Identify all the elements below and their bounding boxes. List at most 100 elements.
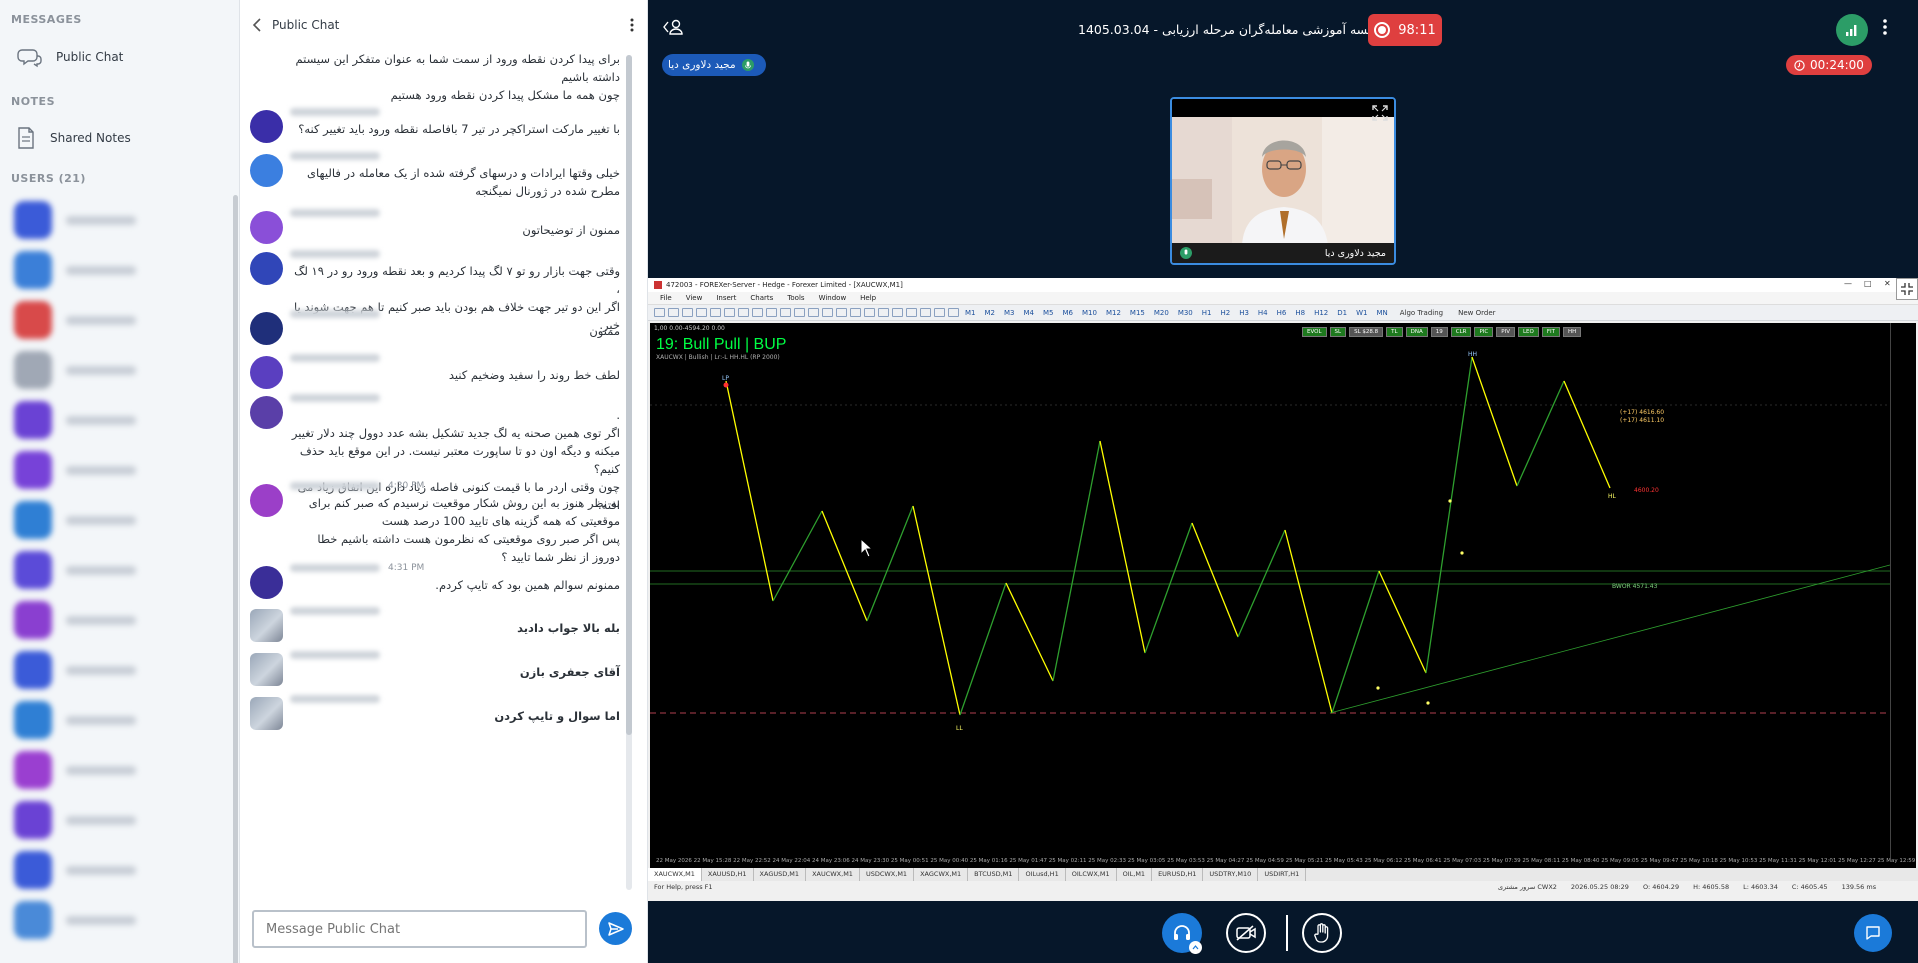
drawing-tool-icon[interactable]: [724, 308, 735, 317]
symbol-tab[interactable]: XAUCWX,M1: [806, 868, 860, 881]
user-list-item[interactable]: [0, 595, 232, 645]
symbol-tab[interactable]: OIL,M1: [1117, 868, 1153, 881]
symbol-tab[interactable]: XAGUSD,M1: [754, 868, 807, 881]
timeframe-button[interactable]: H2: [1217, 309, 1233, 317]
drawing-tool-icon[interactable]: [864, 308, 875, 317]
recording-indicator[interactable]: 98:11: [1368, 14, 1442, 46]
camera-toggle-button[interactable]: [1226, 913, 1266, 953]
timeframe-button[interactable]: D1: [1334, 309, 1350, 317]
user-list-item[interactable]: [0, 795, 232, 845]
talking-indicator[interactable]: مجید دلاوری دیا: [662, 54, 766, 76]
user-list-item[interactable]: [0, 295, 232, 345]
mt-menu-item[interactable]: Charts: [750, 294, 773, 302]
timeframe-button[interactable]: H3: [1236, 309, 1252, 317]
drawing-tool-icon[interactable]: [948, 308, 959, 317]
symbol-tab[interactable]: BTCUSD,M1: [968, 868, 1020, 881]
timeframe-button[interactable]: M20: [1151, 309, 1172, 317]
raise-hand-button[interactable]: [1302, 913, 1342, 953]
user-list-item[interactable]: [0, 545, 232, 595]
chat-scrollbar[interactable]: [626, 55, 632, 890]
user-list-item[interactable]: [0, 245, 232, 295]
drawing-tool-icon[interactable]: [738, 308, 749, 317]
user-list-item[interactable]: [0, 645, 232, 695]
maximize-icon[interactable]: □: [1864, 279, 1872, 288]
timeframe-button[interactable]: W1: [1353, 309, 1370, 317]
drawing-tool-icon[interactable]: [906, 308, 917, 317]
drawing-tool-icon[interactable]: [710, 308, 721, 317]
drawing-tool-icon[interactable]: [934, 308, 945, 317]
timeframe-button[interactable]: H12: [1311, 309, 1331, 317]
user-list-item[interactable]: [0, 495, 232, 545]
chart-tool-button[interactable]: PIV: [1496, 327, 1515, 337]
timeframe-button[interactable]: H1: [1199, 309, 1215, 317]
timeframe-button[interactable]: H8: [1292, 309, 1308, 317]
symbol-tab[interactable]: USDTRY,M10: [1203, 868, 1259, 881]
drawing-tool-icon[interactable]: [878, 308, 889, 317]
drawing-tool-icon[interactable]: [766, 308, 777, 317]
chart-tool-button[interactable]: FIT: [1541, 327, 1560, 337]
chat-scrollbar-thumb[interactable]: [626, 55, 632, 735]
mt-menu-item[interactable]: View: [686, 294, 703, 302]
symbol-tab[interactable]: XAUUSD,H1: [702, 868, 754, 881]
symbol-tab[interactable]: OILCWX,M1: [1066, 868, 1117, 881]
drawing-tool-icon[interactable]: [892, 308, 903, 317]
options-menu-button[interactable]: [1882, 18, 1888, 36]
symbol-tab[interactable]: OILusd,H1: [1019, 868, 1066, 881]
symbol-tab[interactable]: XAGCWX,M1: [914, 868, 969, 881]
send-message-button[interactable]: [599, 912, 632, 945]
drawing-tool-icon[interactable]: [668, 308, 679, 317]
shared-notes-item[interactable]: Shared Notes: [0, 120, 131, 156]
user-list-item[interactable]: [0, 395, 232, 445]
mt-menu-item[interactable]: Insert: [716, 294, 736, 302]
public-chat-item[interactable]: Public Chat: [0, 39, 123, 75]
drawing-tool-icon[interactable]: [696, 308, 707, 317]
user-list-item[interactable]: [0, 895, 232, 945]
minimize-icon[interactable]: —: [1844, 279, 1852, 288]
chart-tool-button[interactable]: PIC: [1474, 327, 1494, 337]
sidebar-scrollbar[interactable]: [233, 195, 238, 963]
chart-tool-button[interactable]: SL: [1329, 327, 1347, 337]
drawing-tool-icon[interactable]: [752, 308, 763, 317]
user-list-item[interactable]: [0, 745, 232, 795]
timeframe-button[interactable]: M6: [1060, 309, 1077, 317]
symbol-tab[interactable]: EURUSD,H1: [1152, 868, 1204, 881]
timeframe-button[interactable]: M15: [1127, 309, 1148, 317]
user-list-item[interactable]: [0, 445, 232, 495]
connection-status-button[interactable]: [1836, 14, 1868, 46]
chart-tool-button[interactable]: 19: [1430, 327, 1448, 337]
timeframe-button[interactable]: M2: [982, 309, 999, 317]
user-list-item[interactable]: [0, 695, 232, 745]
user-list-item[interactable]: [0, 845, 232, 895]
drawing-tool-icon[interactable]: [822, 308, 833, 317]
drawing-tool-icon[interactable]: [836, 308, 847, 317]
user-list-item[interactable]: [0, 195, 232, 245]
mt-menu-item[interactable]: File: [660, 294, 672, 302]
timeframe-button[interactable]: M12: [1103, 309, 1124, 317]
chart-tool-button[interactable]: TL: [1386, 327, 1403, 337]
algo-trading-button[interactable]: Algo Trading: [1394, 309, 1449, 317]
notes-panel-button[interactable]: [1854, 914, 1892, 952]
mt-menu-item[interactable]: Help: [860, 294, 876, 302]
chart-tool-button[interactable]: SL $28.8: [1349, 327, 1384, 337]
chevron-left-icon[interactable]: [252, 18, 262, 32]
price-chart[interactable]: 1,00 0.00-4594.20 0.00 19: Bull Pull | B…: [650, 323, 1890, 858]
timeframe-button[interactable]: H4: [1255, 309, 1271, 317]
drawing-tool-icon[interactable]: [808, 308, 819, 317]
user-list-toggle-icon[interactable]: [662, 18, 684, 36]
symbol-tab[interactable]: USDIRT,H1: [1258, 868, 1307, 881]
drawing-tool-icon[interactable]: [654, 308, 665, 317]
fullscreen-icon[interactable]: [1372, 105, 1388, 121]
more-options-icon[interactable]: [629, 17, 635, 33]
mt-menu-item[interactable]: Tools: [787, 294, 804, 302]
symbol-tab[interactable]: XAUCWX,M1: [648, 868, 702, 881]
message-input-box[interactable]: [252, 910, 587, 948]
timeframe-button[interactable]: M1: [962, 309, 979, 317]
chart-tool-button[interactable]: CLR: [1450, 327, 1472, 337]
timeframe-button[interactable]: M3: [1001, 309, 1018, 317]
symbol-tab[interactable]: USDCWX,M1: [860, 868, 915, 881]
chart-tool-button[interactable]: EVOL: [1302, 327, 1327, 337]
drawing-tool-icon[interactable]: [780, 308, 791, 317]
close-icon[interactable]: ✕: [1884, 279, 1891, 288]
chart-tool-button[interactable]: HH: [1562, 327, 1582, 337]
timeframe-button[interactable]: M30: [1175, 309, 1196, 317]
